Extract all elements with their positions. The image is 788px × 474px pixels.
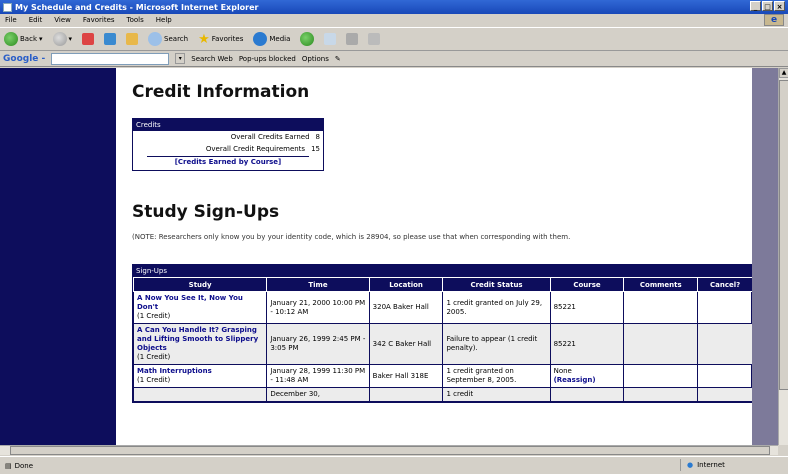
maximize-button[interactable]: □ bbox=[762, 1, 773, 11]
column-header: Cancel? bbox=[697, 277, 753, 292]
refresh-icon[interactable] bbox=[104, 33, 117, 45]
identity-note: (NOTE: Researchers only know you by your… bbox=[132, 233, 571, 241]
column-header: Comments bbox=[623, 277, 699, 292]
popups-blocked-button[interactable]: Pop-ups blocked bbox=[239, 55, 296, 63]
close-button[interactable]: × bbox=[774, 1, 785, 11]
credits-by-course-link[interactable]: [Credits Earned by Course] bbox=[175, 158, 282, 166]
status-text: Done bbox=[14, 461, 34, 470]
mail-icon[interactable] bbox=[324, 33, 337, 45]
search-button[interactable]: Search bbox=[148, 32, 188, 46]
scroll-thumb[interactable] bbox=[779, 80, 788, 390]
table-row: A Can You Handle It? Grasping and Liftin… bbox=[132, 323, 753, 365]
table-row: A Now You See It, Now You Don't (1 Credit… bbox=[132, 291, 753, 324]
google-search-input[interactable] bbox=[51, 52, 170, 65]
search-icon bbox=[148, 32, 163, 46]
stop-icon[interactable] bbox=[82, 33, 95, 45]
status-bar: ▤ Done bbox=[0, 456, 788, 474]
reassign-link[interactable]: (Reassign) bbox=[554, 376, 596, 384]
back-arrow-icon bbox=[4, 32, 18, 46]
google-toolbar: Google - ▾ Search Web Pop-ups blocked Op… bbox=[0, 51, 788, 67]
scroll-thumb[interactable] bbox=[10, 446, 770, 455]
menu-edit[interactable]: Edit bbox=[29, 16, 43, 24]
column-header: Credit Status bbox=[442, 277, 551, 292]
signups-table: Sign-Ups Study Time Location Credit Stat… bbox=[132, 264, 753, 403]
horizontal-scrollbar[interactable] bbox=[0, 445, 778, 455]
page-viewport: Credit Information Credits Overall Credi… bbox=[0, 68, 778, 445]
edit-icon[interactable] bbox=[368, 33, 381, 45]
scroll-up-icon[interactable]: ▲ bbox=[779, 68, 788, 78]
ie-app-icon bbox=[3, 2, 12, 12]
page-content: Credit Information Credits Overall Credi… bbox=[116, 68, 753, 445]
globe-icon: ● bbox=[687, 461, 694, 469]
chevron-down-icon[interactable]: ▾ bbox=[69, 35, 73, 43]
page-icon: ▤ bbox=[5, 461, 12, 470]
star-icon: ★ bbox=[198, 31, 210, 47]
print-icon[interactable] bbox=[346, 33, 359, 45]
table-row: Math Interruptions (1 Credit) January 28,… bbox=[132, 364, 753, 388]
menu-favorites[interactable]: Favorites bbox=[83, 16, 115, 24]
column-header: Course bbox=[549, 277, 625, 292]
chevron-down-icon[interactable]: ▾ bbox=[39, 35, 43, 43]
pencil-icon[interactable]: ✎ bbox=[335, 55, 341, 63]
minimize-button[interactable]: _ bbox=[750, 1, 761, 11]
menu-file[interactable]: File bbox=[5, 16, 17, 24]
history-icon[interactable] bbox=[300, 32, 315, 46]
column-header: Study bbox=[132, 277, 268, 292]
credits-row: Overall Credits Earned 8 bbox=[230, 133, 320, 141]
signups-header: Sign-Ups bbox=[133, 265, 751, 277]
credits-earned-value: 8 bbox=[315, 133, 320, 141]
study-link[interactable]: A Now You See It, Now You Don't bbox=[137, 294, 243, 311]
table-row: December 30, 1 credit bbox=[132, 387, 753, 402]
credits-row: Overall Credit Requirements 15 bbox=[205, 145, 320, 153]
study-link[interactable]: Math Interruptions bbox=[137, 367, 212, 375]
title-bar: My Schedule and Credits - Microsoft Inte… bbox=[0, 0, 788, 14]
home-icon[interactable] bbox=[126, 33, 139, 45]
credits-required-value: 15 bbox=[311, 145, 320, 153]
menu-help[interactable]: Help bbox=[156, 16, 172, 24]
media-button[interactable]: Media bbox=[253, 32, 290, 46]
credits-panel: Credits Overall Credits Earned 8 Overall… bbox=[132, 118, 324, 171]
vertical-scrollbar[interactable]: ▲ bbox=[778, 68, 788, 445]
section-heading: Study Sign-Ups bbox=[132, 202, 280, 222]
toolbar: Back ▾ ▾ Search ★ Favorites Media bbox=[0, 27, 788, 51]
forward-button[interactable]: ▾ bbox=[52, 32, 73, 46]
forward-arrow-icon bbox=[52, 32, 67, 46]
chevron-down-icon[interactable]: ▾ bbox=[175, 53, 186, 64]
right-margin bbox=[752, 68, 778, 445]
menu-tools[interactable]: Tools bbox=[127, 16, 144, 24]
google-logo[interactable]: Google - bbox=[3, 54, 45, 64]
options-button[interactable]: Options bbox=[302, 55, 329, 63]
security-zone: ● Internet bbox=[680, 459, 780, 471]
column-header: Time bbox=[266, 277, 370, 292]
media-icon bbox=[253, 32, 268, 46]
window-controls: _ □ × bbox=[750, 1, 785, 11]
menu-bar: File Edit View Favorites Tools Help bbox=[0, 14, 788, 26]
page-title: Credit Information bbox=[132, 82, 310, 102]
study-link[interactable]: A Can You Handle It? Grasping and Liftin… bbox=[137, 326, 258, 352]
ie-logo-icon: e bbox=[764, 14, 784, 26]
search-web-button[interactable]: Search Web bbox=[191, 55, 233, 63]
column-header: Location bbox=[368, 277, 444, 292]
menu-view[interactable]: View bbox=[54, 16, 71, 24]
credits-header: Credits bbox=[133, 119, 323, 131]
favorites-button[interactable]: ★ Favorites bbox=[198, 32, 243, 47]
back-button[interactable]: Back ▾ bbox=[4, 32, 43, 46]
window-title: My Schedule and Credits - Microsoft Inte… bbox=[15, 2, 259, 12]
